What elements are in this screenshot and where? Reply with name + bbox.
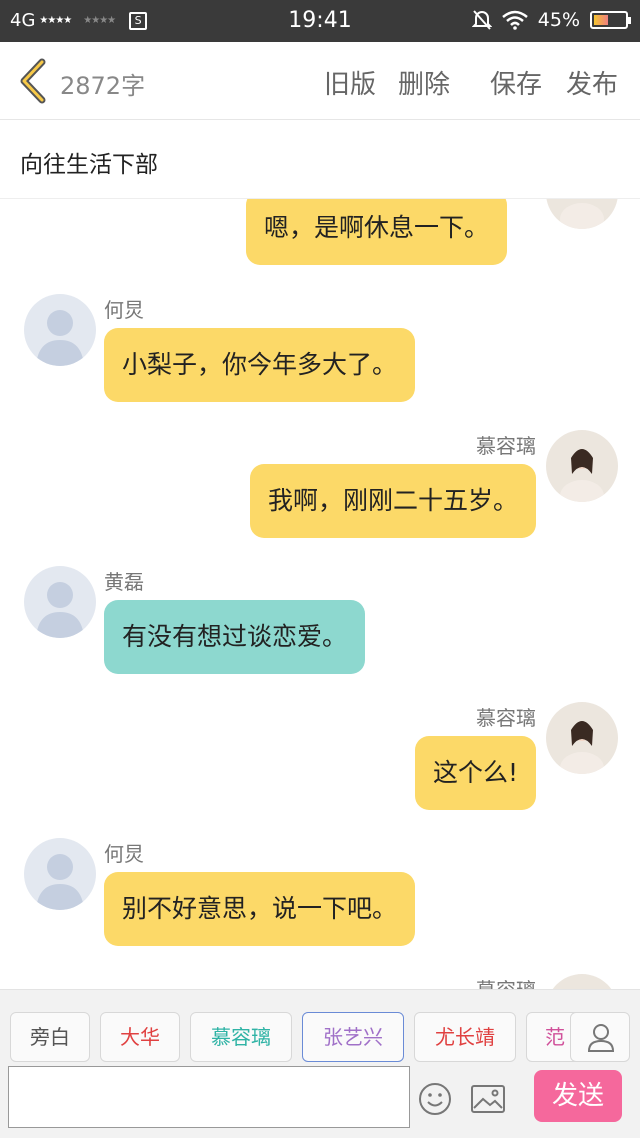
character-manage-button[interactable] xyxy=(570,1012,630,1062)
speaker-name: 何炅 xyxy=(104,842,144,866)
smiley-icon[interactable] xyxy=(418,1082,452,1116)
speaker-name: 慕容璃 xyxy=(476,974,536,989)
message-input[interactable] xyxy=(8,1066,410,1128)
chat-area[interactable]: 嗯，是啊休息一下。 何炅 小梨子，你今年多大了。 慕容璃 我啊，刚刚二十五岁。 … xyxy=(0,199,640,989)
message-bubble[interactable]: 嗯，是啊休息一下。 xyxy=(246,199,508,265)
speaker-name: 黄磊 xyxy=(104,570,144,594)
message-bubble[interactable]: 这个么! xyxy=(414,736,536,810)
mute-bell-icon xyxy=(471,10,492,30)
chevron-left-icon[interactable] xyxy=(16,58,52,104)
avatar-female[interactable] xyxy=(546,702,618,774)
status-bar: 4G ★★★★ ★★★★ S 19:41 45% xyxy=(0,0,640,42)
battery-icon xyxy=(590,11,631,29)
avatar-female[interactable] xyxy=(546,199,618,229)
speaker-name: 何炅 xyxy=(104,298,144,322)
character-label: 张艺兴 xyxy=(323,1025,383,1049)
character-label: 大华 xyxy=(120,1025,160,1049)
message-bubble[interactable]: 有没有想过谈恋爱。 xyxy=(104,600,366,674)
battery-percent: 45% xyxy=(537,9,580,31)
character-label: 慕容璃 xyxy=(211,1025,271,1049)
old-version-button[interactable]: 旧版 xyxy=(324,64,376,101)
character-label: 范 xyxy=(545,1025,565,1049)
character-chip[interactable]: 尤长靖 xyxy=(414,1012,516,1062)
status-icons: 45% xyxy=(471,9,631,31)
character-chip-selected[interactable]: 张艺兴 xyxy=(302,1012,404,1062)
battery-level xyxy=(594,15,608,25)
save-button[interactable]: 保存 xyxy=(490,64,542,101)
image-icon[interactable] xyxy=(470,1084,506,1114)
message-bubble[interactable]: 我啊，刚刚二十五岁。 xyxy=(249,464,536,538)
character-label: 旁白 xyxy=(30,1025,70,1049)
character-chip[interactable]: 旁白 xyxy=(10,1012,90,1062)
message-bubble[interactable]: 小梨子，你今年多大了。 xyxy=(104,328,416,402)
avatar-default[interactable] xyxy=(24,838,96,910)
character-label: 尤长靖 xyxy=(435,1025,495,1049)
publish-button[interactable]: 发布 xyxy=(566,64,618,101)
character-chip[interactable]: 慕容璃 xyxy=(190,1012,292,1062)
title-row[interactable]: 向往生活下部 xyxy=(0,121,640,199)
user-icon xyxy=(587,1024,615,1052)
speaker-name: 慕容璃 xyxy=(476,434,536,458)
wifi-icon xyxy=(501,10,528,30)
composer-area: 旁白 大华 慕容璃 张艺兴 尤长靖 范 发送 xyxy=(0,989,640,1138)
document-title[interactable]: 向往生活下部 xyxy=(20,145,158,179)
avatar-female[interactable] xyxy=(546,430,618,502)
delete-button[interactable]: 删除 xyxy=(398,64,450,101)
avatar-default[interactable] xyxy=(24,566,96,638)
send-button[interactable]: 发送 xyxy=(534,1070,622,1122)
speaker-name: 慕容璃 xyxy=(476,706,536,730)
message-bubble[interactable]: 别不好意思，说一下吧。 xyxy=(104,872,416,946)
avatar-default[interactable] xyxy=(24,294,96,366)
word-count: 2872字 xyxy=(60,72,146,100)
editor-header: 2872字 旧版 删除 保存 发布 xyxy=(0,42,640,120)
character-chip[interactable]: 大华 xyxy=(100,1012,180,1062)
avatar-female[interactable] xyxy=(546,974,618,989)
